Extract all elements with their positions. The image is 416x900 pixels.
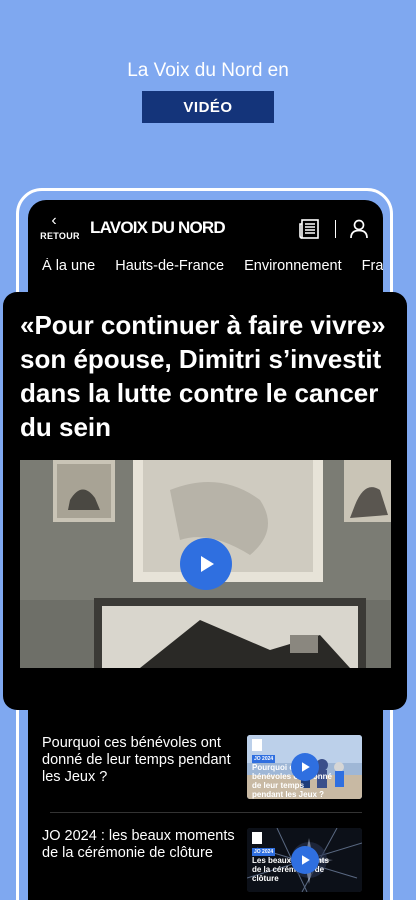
article-row[interactable]: Pourquoi ces bénévoles ont donné de leur… bbox=[42, 735, 362, 801]
promo-title: La Voix du Nord en bbox=[127, 60, 289, 81]
play-icon bbox=[302, 855, 310, 865]
list-divider bbox=[50, 812, 362, 813]
tab-hauts-de-france[interactable]: Hauts-de-France bbox=[115, 258, 224, 274]
brand-logo-small bbox=[252, 739, 262, 751]
header-divider bbox=[335, 220, 336, 238]
play-icon bbox=[302, 762, 310, 772]
thumbnail-tag: JO 2024 bbox=[252, 848, 276, 856]
tab-environnement[interactable]: Environnement bbox=[244, 258, 342, 274]
play-button[interactable] bbox=[291, 846, 319, 874]
play-icon bbox=[201, 556, 214, 572]
tab-a-la-une[interactable]: À la une bbox=[42, 258, 95, 274]
featured-video-card[interactable]: «Pour continuer à faire vivre» son épous… bbox=[3, 292, 407, 710]
thumbnail-tag: JO 2024 bbox=[252, 755, 276, 763]
video-badge: VIDÉO bbox=[142, 91, 274, 123]
newspaper-icon[interactable] bbox=[298, 218, 320, 240]
brand-logo-small bbox=[252, 832, 262, 844]
user-icon[interactable] bbox=[349, 218, 369, 240]
back-label: RETOUR bbox=[40, 231, 80, 241]
featured-video-thumbnail[interactable] bbox=[20, 460, 391, 668]
play-button[interactable] bbox=[291, 753, 319, 781]
tab-france[interactable]: France bbox=[362, 258, 383, 274]
brand-logo[interactable]: LAVOIX DU NORD bbox=[90, 218, 226, 238]
chevron-left-icon: ‹ bbox=[51, 212, 57, 229]
featured-title[interactable]: «Pour continuer à faire vivre» son épous… bbox=[20, 308, 390, 444]
article-row[interactable]: JO 2024 : les beaux moments de la cérémo… bbox=[42, 828, 362, 894]
back-button[interactable]: ‹ RETOUR bbox=[40, 213, 80, 248]
article-thumbnail[interactable]: JO 2024 Pourquoi ces bénévoles ont donné… bbox=[247, 735, 362, 799]
article-thumbnail[interactable]: JO 2024 Les beaux moments de la cérémoni… bbox=[247, 828, 362, 892]
article-title[interactable]: Pourquoi ces bénévoles ont donné de leur… bbox=[42, 735, 237, 786]
section-tabs: À la une Hauts-de-France Environnement F… bbox=[42, 258, 383, 280]
app-header: ‹ RETOUR LAVOIX DU NORD bbox=[28, 200, 383, 252]
article-title[interactable]: JO 2024 : les beaux moments de la cérémo… bbox=[42, 828, 237, 862]
play-button[interactable] bbox=[180, 538, 232, 590]
